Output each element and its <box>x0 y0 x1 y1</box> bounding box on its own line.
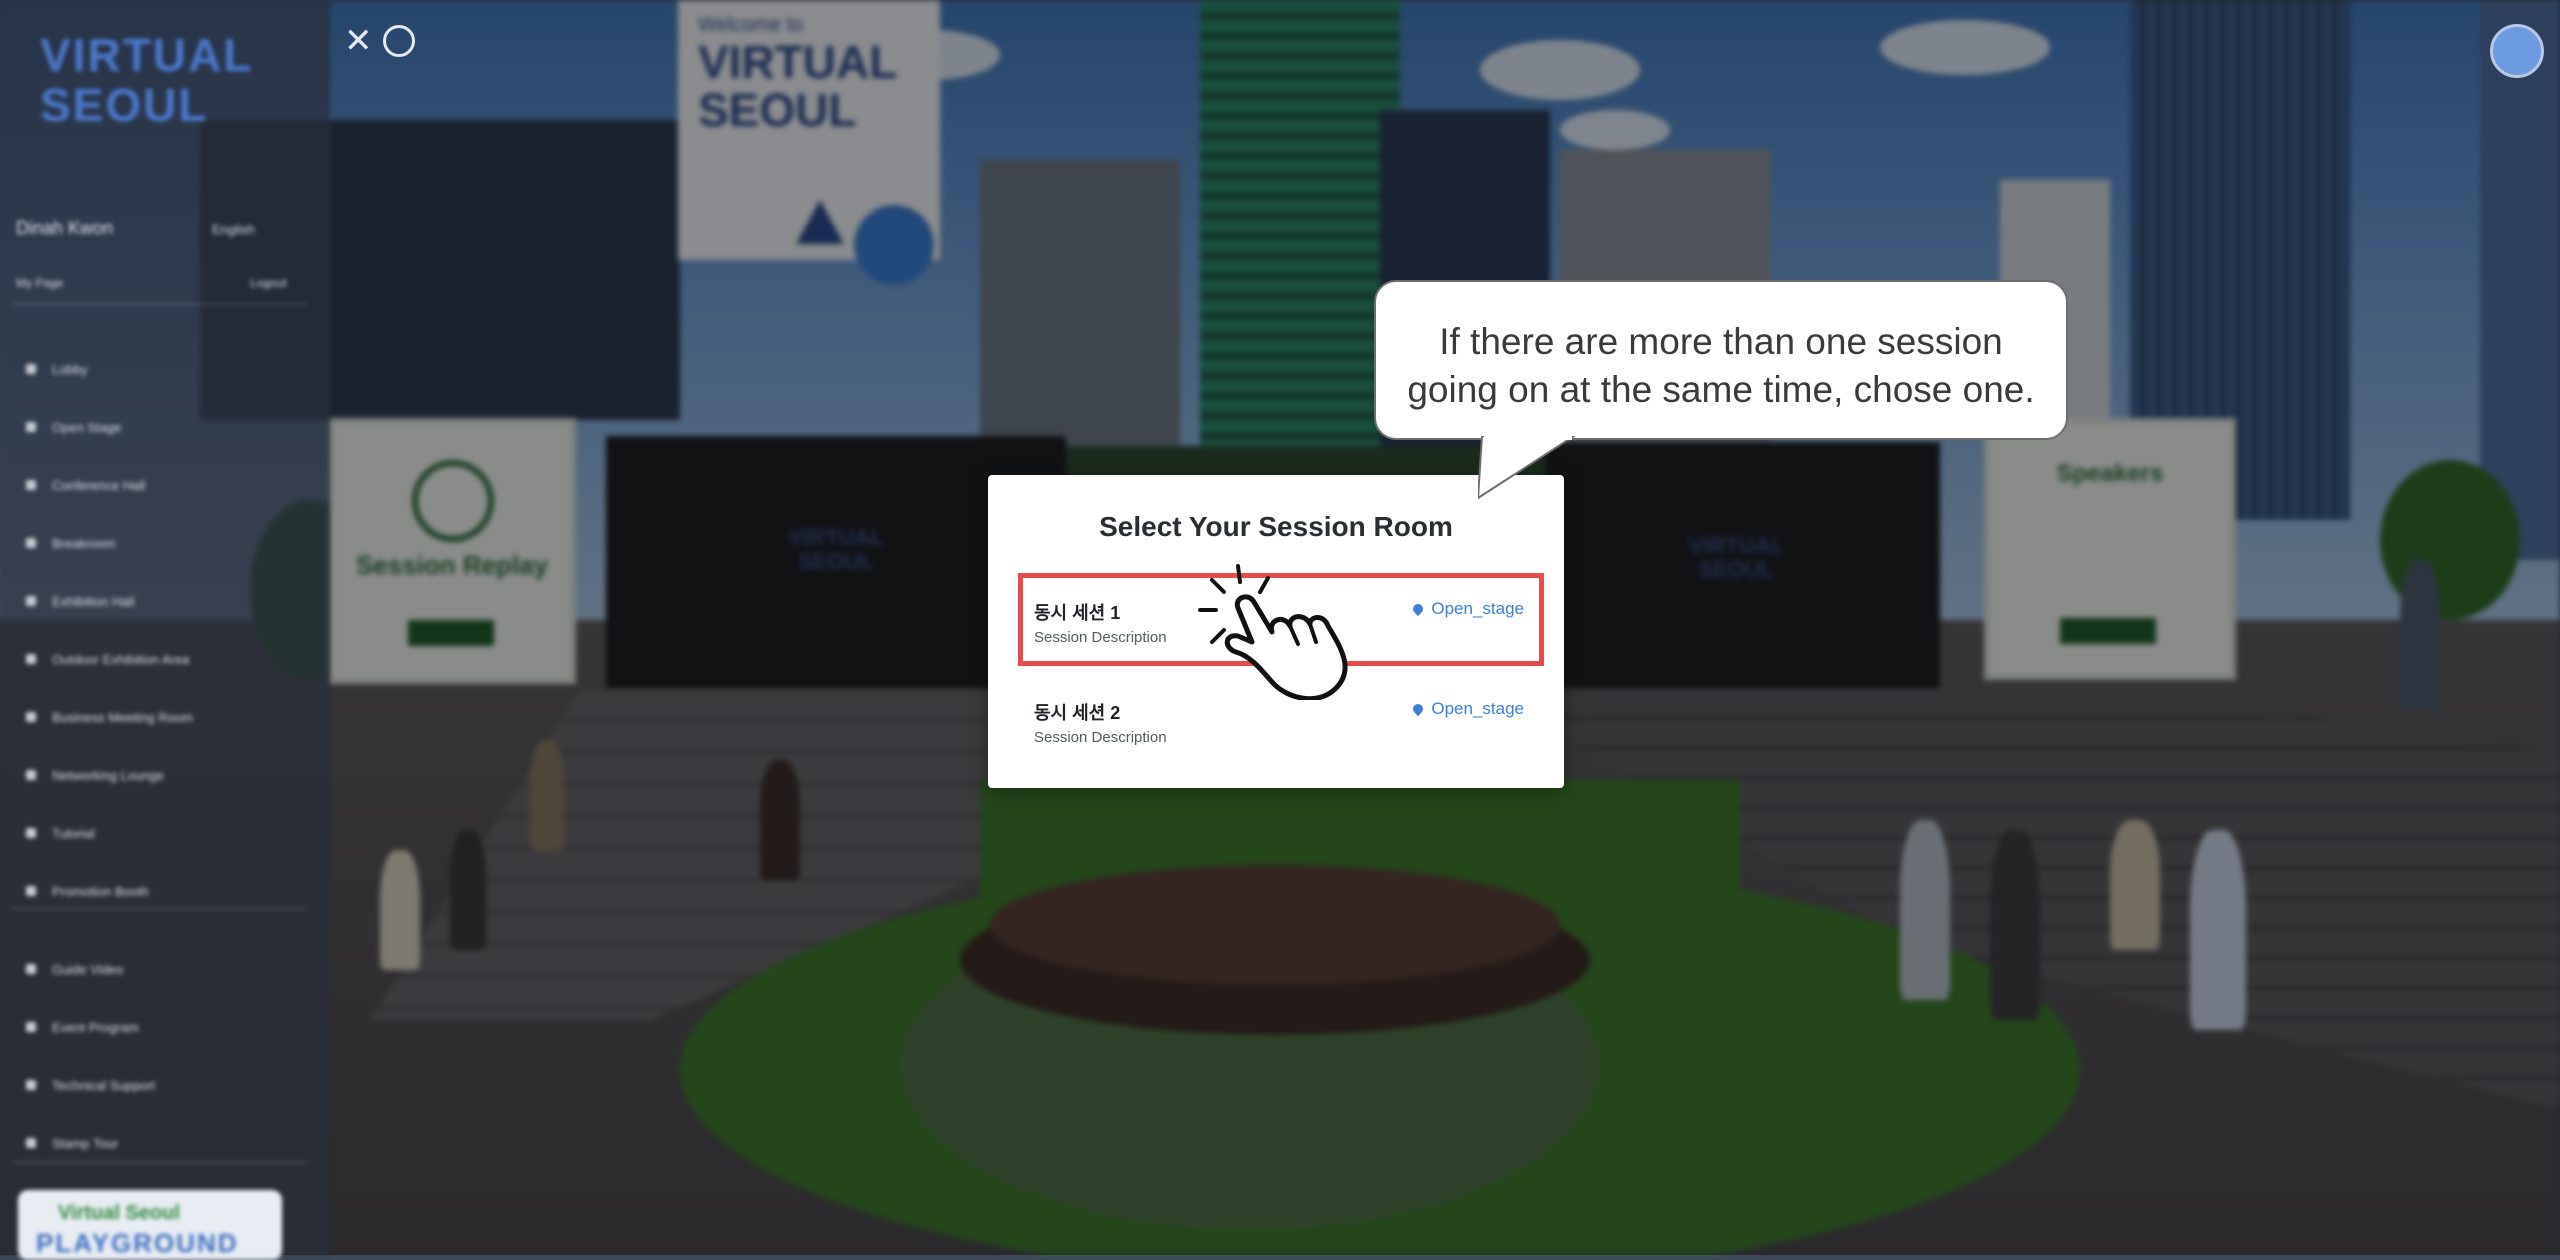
sidebar-item-guide-video[interactable]: Guide Video <box>26 940 193 998</box>
sidebar-item-label: Stamp Tour <box>52 1135 119 1151</box>
sidebar-item-label: Guide Video <box>52 961 124 977</box>
divider <box>12 908 306 909</box>
minus-circle-icon[interactable] <box>382 25 415 57</box>
sidebar-item-label: Technical Support <box>52 1077 156 1093</box>
pointing-hand-icon <box>1198 564 1348 700</box>
coffee-icon <box>26 538 36 548</box>
sidebar-item-label: Outdoor Exhibition Area <box>52 651 190 667</box>
sidebar-item-label: Promotion Booth <box>52 883 149 899</box>
meeting-icon <box>26 712 36 722</box>
booth-icon <box>26 886 36 896</box>
brand-text: VIRTUAL SEOUL <box>40 29 253 131</box>
sidebar-item-tutorial[interactable]: Tutorial <box>26 804 193 862</box>
sidebar-item-label: Lobby <box>52 361 88 377</box>
sidebar-item-stamp-tour[interactable]: Stamp Tour <box>26 1114 193 1172</box>
sidebar-item-exhibition-hall[interactable]: Exhibition Hall <box>26 572 193 630</box>
sidebar-menu: Lobby Open Stage Conference Hall Breakro… <box>26 340 193 1172</box>
sidebar-item-event-program[interactable]: Event Program <box>26 998 193 1056</box>
callout-tail <box>1478 436 1576 500</box>
divider <box>12 1162 306 1163</box>
logout-link[interactable]: Logout <box>250 276 287 290</box>
program-icon <box>26 1022 36 1032</box>
sidebar-item-conference-hall[interactable]: Conference Hall <box>26 456 193 514</box>
tutorial-icon <box>26 828 36 838</box>
user-name: Dinah Kwon <box>16 218 114 238</box>
outdoor-icon <box>26 654 36 664</box>
playground-badge[interactable]: Virtual Seoul PLAYGROUND <box>18 1190 282 1260</box>
session-description: Session Description <box>1034 729 1167 746</box>
sidebar-item-label: Breakroom <box>52 535 116 551</box>
sidebar-item-label: Event Program <box>52 1019 139 1035</box>
tutorial-callout-bubble: If there are more than one session going… <box>1374 280 2068 440</box>
callout-line-2: going on at the same time, chose one. <box>1407 369 2035 410</box>
session-location-label: Open_stage <box>1431 699 1524 718</box>
sidebar-item-networking-lounge[interactable]: Networking Lounge <box>26 746 193 804</box>
user-avatar-button[interactable] <box>2490 24 2544 78</box>
sidebar-item-label: Tutorial <box>52 825 95 841</box>
sidebar-item-label: Business Meeting Room <box>52 709 193 725</box>
exhibit-icon <box>26 596 36 606</box>
sidebar: VIRTUAL SEOUL Dinah Kwon English My Page… <box>0 0 330 1260</box>
callout-line-1: If there are more than one session <box>1439 321 2003 362</box>
video-icon <box>26 964 36 974</box>
close-icon[interactable]: ✕ <box>344 24 373 58</box>
sidebar-item-label: Conference Hall <box>52 477 146 493</box>
divider <box>12 304 306 305</box>
wrench-icon <box>26 1080 36 1090</box>
sidebar-item-business-meeting[interactable]: Business Meeting Room <box>26 688 193 746</box>
sidebar-item-technical-support[interactable]: Technical Support <box>26 1056 193 1114</box>
badge-line1: Virtual Seoul <box>58 1202 180 1224</box>
sidebar-brand-logo: VIRTUAL SEOUL <box>40 30 270 130</box>
badge-line2: PLAYGROUND <box>36 1228 239 1258</box>
sidebar-item-lobby[interactable]: Lobby <box>26 340 193 398</box>
location-pin-icon <box>1411 701 1426 717</box>
modal-title: Select Your Session Room <box>1099 511 1453 542</box>
language-selector[interactable]: English <box>212 222 255 237</box>
sidebar-item-outdoor-exhibition[interactable]: Outdoor Exhibition Area <box>26 630 193 688</box>
stage-icon <box>26 422 36 432</box>
stamp-icon <box>26 1138 36 1148</box>
sidebar-item-breakroom[interactable]: Breakroom <box>26 514 193 572</box>
sidebar-item-label: Networking Lounge <box>52 767 165 783</box>
sidebar-item-promotion-booth[interactable]: Promotion Booth <box>26 862 193 920</box>
top-controls: ✕ <box>344 24 415 58</box>
lounge-icon <box>26 770 36 780</box>
session-name: 동시 세션 2 <box>1034 703 1121 723</box>
sidebar-item-label: Exhibition Hall <box>52 593 135 609</box>
session-location-link[interactable]: Open_stage <box>1411 699 1524 719</box>
callout-text: If there are more than one session going… <box>1376 318 2066 414</box>
hall-icon <box>26 480 36 490</box>
sidebar-item-open-stage[interactable]: Open Stage <box>26 398 193 456</box>
my-page-link[interactable]: My Page <box>16 276 63 290</box>
sidebar-item-label: Open Stage <box>52 419 122 435</box>
home-icon <box>26 364 36 374</box>
